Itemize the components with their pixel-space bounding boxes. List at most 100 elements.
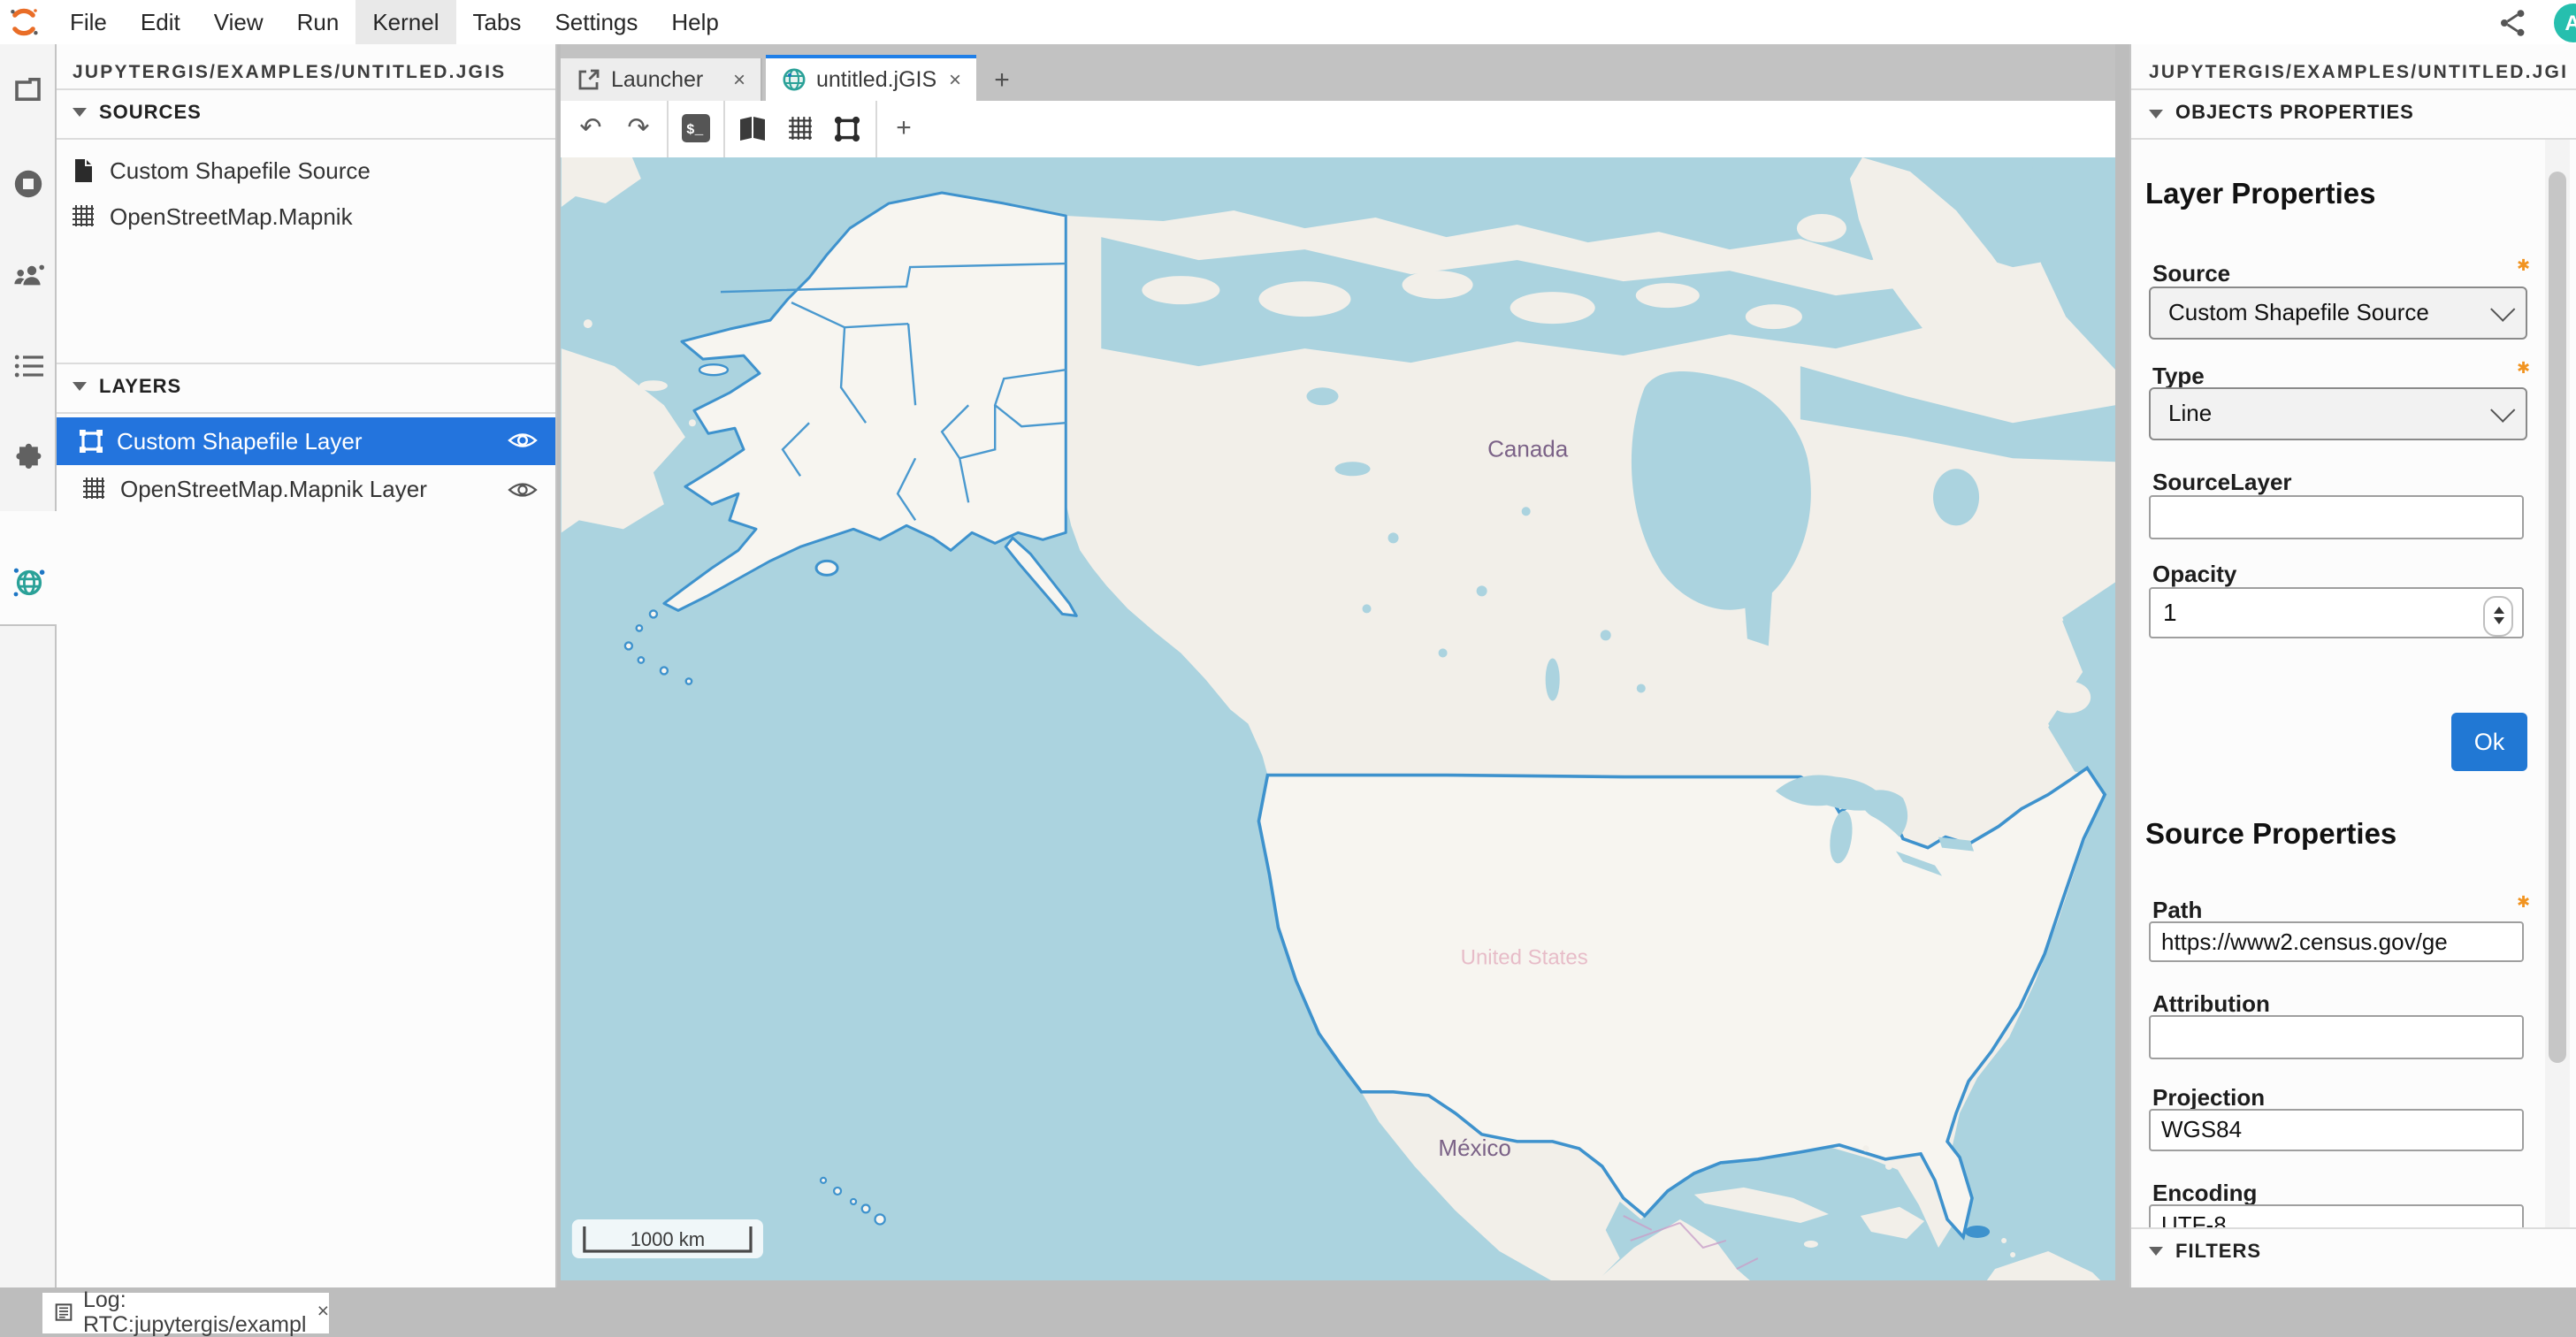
sourcelayer-input[interactable] [2149,494,2524,539]
sources-section-header[interactable]: SOURCES [73,88,532,136]
svg-text:$_: $_ [685,123,703,139]
vector-square-icon [78,427,104,454]
visibility-eye-icon[interactable] [508,430,538,451]
layers-section-header[interactable]: LAYERS [73,363,532,410]
open-book-icon[interactable] [728,106,776,152]
tab-launcher[interactable]: Launcher × [560,58,761,101]
jupytergis-logo-icon [9,7,39,37]
type-select[interactable]: Line [2149,386,2527,439]
file-icon [71,157,97,183]
filters-section-header[interactable]: FILTERS [2149,1227,2556,1275]
menu-file[interactable]: File [53,0,124,44]
menu-view[interactable]: View [197,0,280,44]
source-select[interactable]: Custom Shapefile Source [2149,286,2527,339]
activity-bar-bottom [0,624,57,1289]
menu-edit[interactable]: Edit [124,0,197,44]
status-bar: Log: RTC:jupytergis/exampl × [0,1287,2576,1337]
collapse-icon [73,382,87,391]
map-label-united-states: United States [1460,945,1587,969]
projection-field-label: Projection [2152,1083,2265,1110]
extensions-icon[interactable] [0,428,57,485]
properties-scroll-area[interactable]: Layer Properties Source ✱ Custom Shapefi… [2131,139,2576,1227]
grid-icon[interactable] [776,106,823,152]
activity-bar [0,44,57,1287]
menubar-right: A [2496,3,2576,42]
map-scale-bar: 1000 km [571,1219,762,1257]
chevron-down-icon [2490,397,2515,422]
path-field-label: Path [2152,896,2202,922]
grid-icon [81,476,108,502]
share-icon[interactable] [2496,6,2528,38]
objects-properties-header[interactable]: OBJECTS PROPERTIES [2149,88,2556,138]
globe-icon [781,67,806,92]
jupyterlab-window: File Edit View Run Kernel Tabs Settings … [0,0,2576,1337]
redo-icon[interactable]: ↷ [615,106,662,152]
close-icon[interactable]: × [317,1302,329,1323]
menu-tabs[interactable]: Tabs [456,0,539,44]
left-panel-breadcrumb: JUPYTERGIS/EXAMPLES/UNTITLED.JGIS [73,58,539,87]
ok-button[interactable]: Ok [2451,712,2527,770]
opacity-value: 1 [2163,597,2177,625]
undo-icon[interactable]: ↶ [567,106,615,152]
required-icon: ✱ [2517,358,2530,378]
layer-item-label: Custom Shapefile Layer [117,427,508,454]
menu-kernel[interactable]: Kernel [355,0,455,44]
layer-item-osm-mapnik[interactable]: OpenStreetMap.Mapnik Layer [57,467,555,511]
toolbar-separator [875,101,876,157]
user-avatar[interactable]: A [2553,3,2576,42]
collapse-icon [2149,1247,2163,1256]
jupytergis-globe-icon[interactable] [0,554,57,611]
projection-input[interactable] [2149,1108,2524,1150]
map-ungava-bay [1932,468,1978,524]
map-james-bay [1743,588,1771,645]
vector-square-icon[interactable] [823,106,871,152]
table-of-contents-icon[interactable] [0,338,57,394]
type-field-label: Type [2152,362,2205,388]
new-tab-button[interactable]: + [982,62,1021,97]
source-field-label: Source [2152,259,2230,286]
close-icon[interactable]: × [949,67,961,92]
map-canvas[interactable]: Canada United States México 1000 km [560,157,2115,1280]
menu-settings[interactable]: Settings [538,0,654,44]
map-newfoundland [2047,680,2090,712]
source-properties-title: Source Properties [2145,818,2396,852]
right-sidebar-panel: JUPYTERGIS/EXAMPLES/UNTITLED.JGIS OBJECT… [2129,44,2576,1288]
sourcelayer-field-label: SourceLayer [2152,468,2292,494]
dock-tab-bar: Launcher × untitled.jGIS × + [560,44,2115,101]
path-input[interactable] [2149,921,2524,961]
toolbar-separator [666,101,668,157]
menu-help[interactable]: Help [654,0,736,44]
filters-section-title: FILTERS [2175,1241,2261,1262]
opacity-field-label: Opacity [2152,560,2236,586]
encoding-input[interactable] [2149,1203,2524,1227]
grid-icon [71,202,97,229]
chevron-down-icon [2490,296,2515,321]
source-item-custom-shapefile[interactable]: Custom Shapefile Source [71,149,541,191]
layers-section-title: LAYERS [99,376,181,397]
collaboration-icon[interactable] [0,248,57,304]
attribution-field-label: Attribution [2152,989,2270,1016]
tab-untitled-jgis[interactable]: untitled.jGIS × [765,55,975,101]
layer-item-custom-shapefile[interactable]: Custom Shapefile Layer [57,416,555,464]
close-icon[interactable]: × [733,67,745,92]
menu-run[interactable]: Run [280,0,356,44]
sources-section-title: SOURCES [99,102,202,123]
scrollbar-thumb[interactable] [2549,172,2566,1063]
collapse-icon [73,108,87,117]
objects-properties-title: OBJECTS PROPERTIES [2175,103,2414,124]
running-kernels-icon[interactable] [0,155,57,211]
launcher-icon [576,67,600,92]
terminal-console-icon[interactable]: $_ [671,106,719,152]
source-item-label: Custom Shapefile Source [110,157,541,183]
opacity-stepper[interactable]: 1 [2149,586,2524,638]
menu-bar: File Edit View Run Kernel Tabs Settings … [0,0,2576,44]
plus-icon[interactable]: + [880,106,928,152]
stepper-arrows-icon[interactable] [2483,595,2513,636]
log-console-tab[interactable]: Log: RTC:jupytergis/exampl × [42,1292,329,1333]
source-item-osm-mapnik[interactable]: OpenStreetMap.Mapnik [71,195,541,237]
attribution-input[interactable] [2149,1014,2524,1058]
collapse-icon [2149,109,2163,118]
file-browser-icon[interactable] [0,62,57,118]
type-select-value: Line [2168,400,2212,426]
visibility-eye-icon[interactable] [508,478,538,500]
